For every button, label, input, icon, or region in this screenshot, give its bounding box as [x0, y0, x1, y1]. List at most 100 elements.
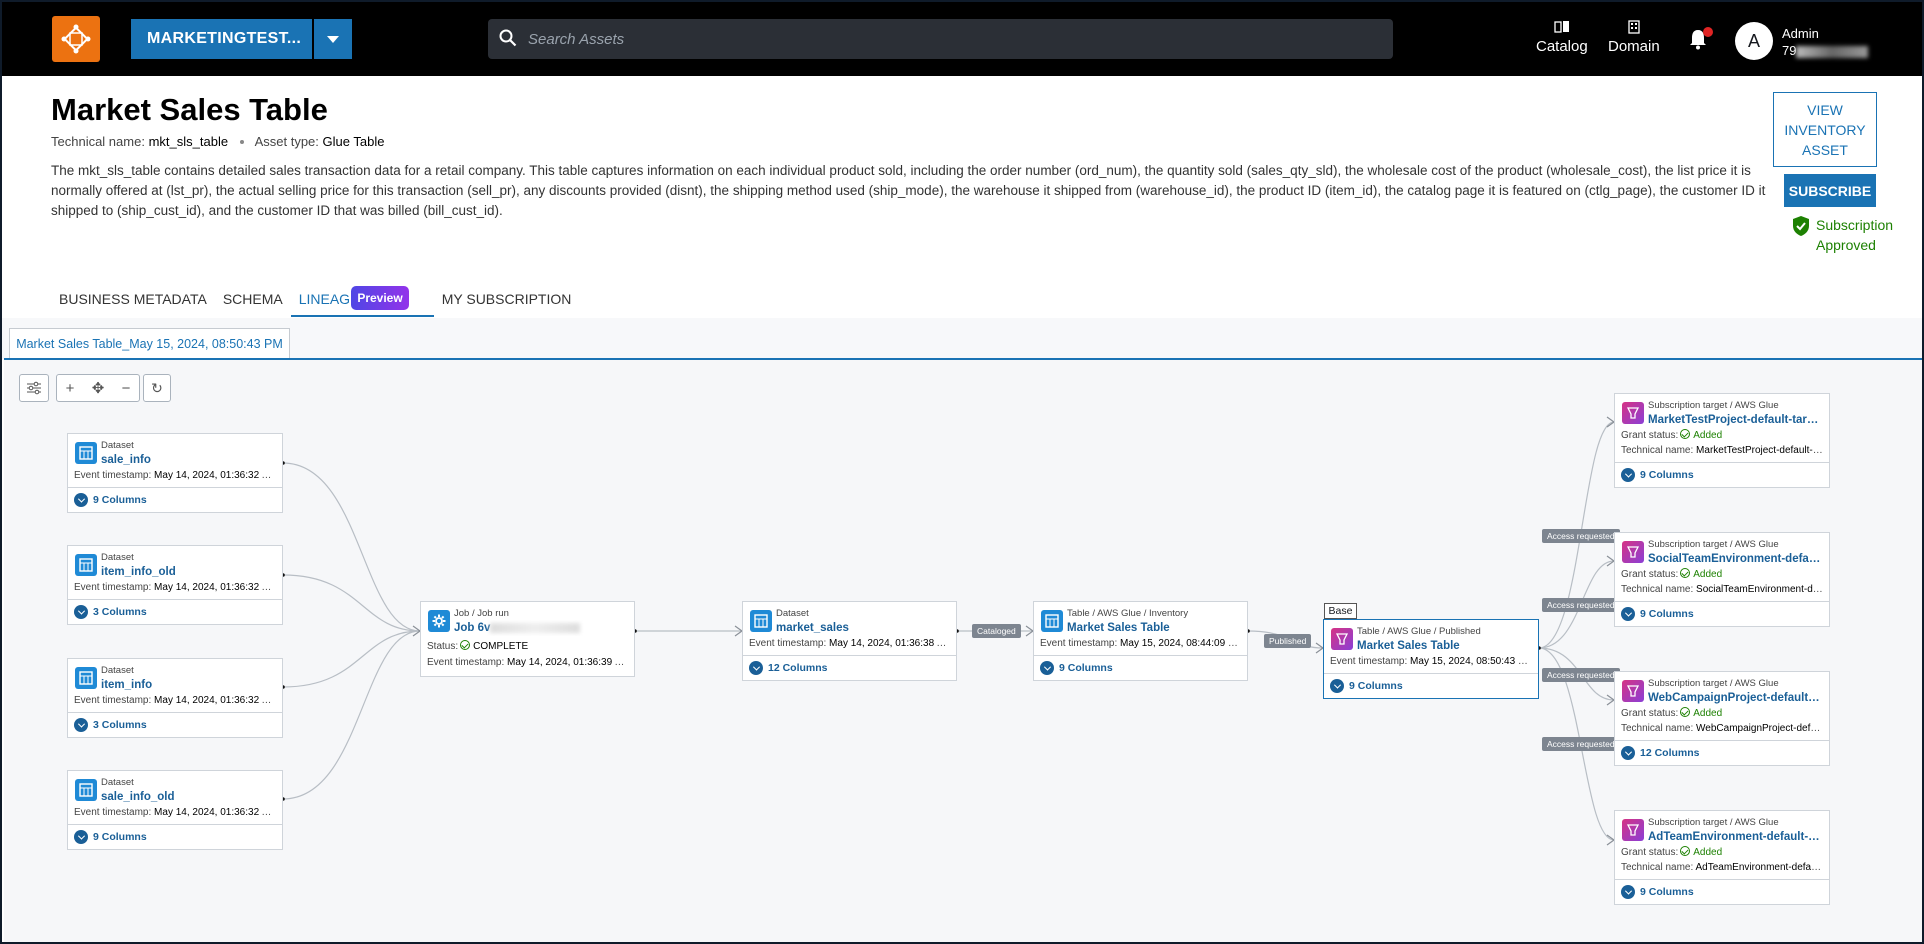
node-name[interactable]: item_info_old [101, 564, 276, 580]
table-icon [1041, 610, 1063, 632]
timestamp-label: Event timestamp: [74, 582, 152, 593]
asset-meta: Technical name: mkt_sls_table Asset type… [51, 134, 384, 149]
node-kind: Subscription target / AWS Glue [1648, 817, 1779, 828]
tab-my-subscription[interactable]: MY SUBSCRIPTION [434, 287, 580, 317]
columns-toggle[interactable]: 12 Columns [743, 655, 956, 680]
lineage-node-market-sales[interactable]: Dataset market_sales Event timestamp: Ma… [742, 601, 957, 681]
project-selector-button[interactable]: MARKETINGTEST... [131, 19, 312, 59]
node-kind: Dataset [101, 665, 134, 676]
view-inventory-asset-button[interactable]: VIEW INVENTORY ASSET [1773, 92, 1877, 167]
zoom-in-icon[interactable]: + [66, 380, 75, 397]
redacted-job-id [490, 622, 581, 633]
chevron-down-icon [1621, 607, 1635, 621]
node-kind: Subscription target / AWS Glue [1648, 678, 1779, 689]
catalog-label: Catalog [1536, 38, 1588, 55]
dataset-icon [75, 667, 97, 689]
node-kind: Table / AWS Glue / Published [1357, 626, 1481, 637]
technical-name-value: MarketTestProject-default-tar... [1696, 445, 1823, 456]
user-menu[interactable]: Admin 79 [1782, 25, 1869, 59]
chevron-down-icon [1621, 746, 1635, 760]
timestamp-value: May 15, 2024, 08:50:43 PM [1410, 656, 1532, 667]
dataset-icon [75, 554, 97, 576]
node-name[interactable]: WebCampaignProject-default-ta... [1648, 690, 1823, 706]
edge-label-cataloged: Cataloged [972, 624, 1021, 638]
project-dropdown-button[interactable] [314, 19, 352, 59]
node-name[interactable]: Job 6v [454, 622, 490, 634]
columns-toggle[interactable]: 3 Columns [68, 599, 282, 624]
edge-label-access-requested: Access requested [1542, 737, 1620, 751]
chevron-down-icon [74, 605, 88, 619]
lineage-node-subscription-target[interactable]: Subscription target / AWS Glue AdTeamEnv… [1614, 810, 1830, 905]
subscribe-button[interactable]: SUBSCRIBE [1784, 174, 1876, 207]
node-name[interactable]: item_info [101, 677, 276, 693]
node-name[interactable]: SocialTeamEnvironment-default... [1648, 551, 1823, 567]
lineage-node-subscription-target[interactable]: Subscription target / AWS Glue WebCampai… [1614, 671, 1830, 766]
lineage-node-published-table[interactable]: Table / AWS Glue / Published Market Sale… [1323, 619, 1539, 699]
lineage-node-subscription-target[interactable]: Subscription target / AWS Glue MarketTes… [1614, 393, 1830, 488]
columns-toggle[interactable]: 9 Columns [1324, 673, 1538, 698]
chevron-down-icon [1330, 679, 1344, 693]
columns-toggle[interactable]: 9 Columns [1034, 655, 1247, 680]
columns-count: 12 Columns [1640, 747, 1700, 759]
tab-business-metadata[interactable]: BUSINESS METADATA [51, 287, 215, 317]
node-name[interactable]: MarketTestProject-default-target [1648, 412, 1823, 428]
check-circle-icon [1680, 429, 1691, 439]
catalog-nav-item[interactable]: Catalog [1536, 20, 1588, 55]
chevron-down-icon [1621, 468, 1635, 482]
chevron-down-icon [1621, 885, 1635, 899]
technical-name-value: mkt_sls_table [148, 134, 229, 149]
lineage-node-sale-info[interactable]: Dataset sale_info Event timestamp: May 1… [67, 433, 283, 513]
columns-toggle[interactable]: 9 Columns [1615, 601, 1829, 626]
preview-badge: Preview [351, 286, 409, 310]
subscription-status-text: Subscription Approved [1816, 217, 1894, 253]
columns-count: 9 Columns [1059, 662, 1113, 674]
technical-name-label: Technical name: [1621, 723, 1694, 734]
app-logo-icon[interactable] [52, 16, 100, 62]
lineage-snapshot-bar [2, 318, 1922, 359]
node-name[interactable]: market_sales [776, 620, 950, 636]
lineage-node-inventory-table[interactable]: Table / AWS Glue / Inventory Market Sale… [1033, 601, 1248, 681]
lineage-node-sale-info-old[interactable]: Dataset sale_info_old Event timestamp: M… [67, 770, 283, 850]
dataset-icon [75, 779, 97, 801]
node-name[interactable]: Market Sales Table [1067, 620, 1241, 636]
lineage-node-subscription-target[interactable]: Subscription target / AWS Glue SocialTea… [1614, 532, 1830, 627]
columns-toggle[interactable]: 9 Columns [68, 824, 282, 849]
lineage-snapshot-tab[interactable]: Market Sales Table_May 15, 2024, 08:50:4… [9, 328, 290, 358]
node-name[interactable]: sale_info_old [101, 789, 276, 805]
zoom-out-icon[interactable]: − [122, 380, 131, 397]
columns-count: 9 Columns [93, 494, 147, 506]
grant-status-label: Grant status: [1621, 847, 1679, 858]
search-input[interactable] [488, 19, 1393, 59]
edge-label-access-requested: Access requested [1542, 598, 1620, 612]
timestamp-value: May 14, 2024, 01:36:38 AM [829, 638, 950, 649]
lineage-node-item-info-old[interactable]: Dataset item_info_old Event timestamp: M… [67, 545, 283, 625]
columns-toggle[interactable]: 9 Columns [68, 487, 282, 512]
tab-schema[interactable]: SCHEMA [215, 287, 291, 317]
node-name[interactable]: sale_info [101, 452, 276, 468]
lineage-node-job[interactable]: Job / Job run Job 6v Status: COMPLETE Eve… [420, 601, 635, 677]
asset-tabs: BUSINESS METADATA SCHEMA LINEAGE MY SUBS… [51, 287, 579, 317]
chevron-down-icon [1040, 661, 1054, 675]
columns-count: 3 Columns [93, 606, 147, 618]
chevron-down-icon [74, 493, 88, 507]
grant-status-label: Grant status: [1621, 569, 1679, 580]
node-name[interactable]: Market Sales Table [1357, 638, 1532, 654]
technical-name-label: Technical name: [1621, 862, 1694, 873]
columns-toggle[interactable]: 3 Columns [68, 712, 282, 737]
grant-status-label: Grant status: [1621, 430, 1679, 441]
check-circle-icon [1680, 568, 1691, 578]
sliders-icon [27, 381, 41, 395]
technical-name-value: AdTeamEnvironment-default-... [1695, 862, 1824, 873]
user-avatar[interactable]: A [1735, 22, 1773, 60]
node-name[interactable]: AdTeamEnvironment-default-ta... [1648, 829, 1823, 845]
glue-target-icon [1622, 402, 1644, 424]
columns-toggle[interactable]: 9 Columns [1615, 879, 1829, 904]
columns-toggle[interactable]: 12 Columns [1615, 740, 1829, 765]
columns-toggle[interactable]: 9 Columns [1615, 462, 1829, 487]
domain-nav-item[interactable]: Domain [1608, 20, 1660, 55]
reset-view-button[interactable]: ↻ [143, 374, 171, 402]
timestamp-label: Event timestamp: [1040, 638, 1118, 649]
lineage-node-item-info[interactable]: Dataset item_info Event timestamp: May 1… [67, 658, 283, 738]
filter-settings-button[interactable] [19, 374, 49, 402]
fit-view-icon[interactable]: ✥ [92, 379, 105, 397]
